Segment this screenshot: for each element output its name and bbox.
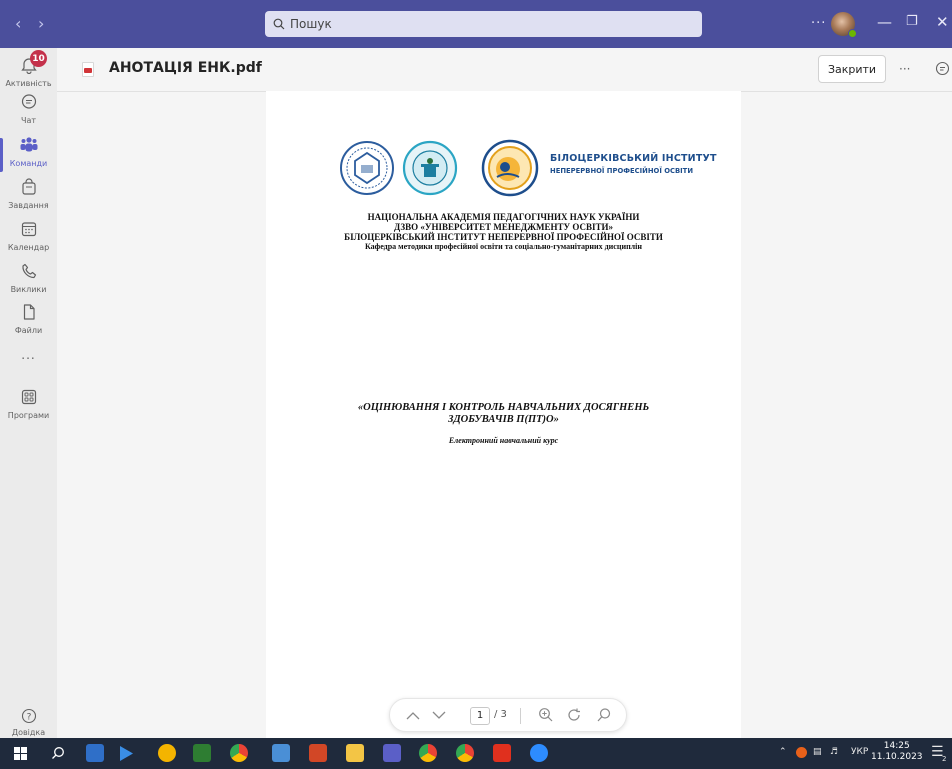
back-icon[interactable]: ‹ (15, 14, 21, 33)
app-icon[interactable] (193, 744, 211, 762)
chevron-up-icon[interactable] (406, 711, 420, 720)
file-header: АНОТАЦІЯ ЕНК.pdf Закрити ··· (57, 48, 952, 92)
activity-badge: 10 (30, 50, 47, 67)
rail-item-label: Завдання (8, 201, 49, 210)
phone-icon (21, 263, 36, 279)
save-app-icon[interactable] (86, 744, 104, 762)
rail-item-label: Програми (7, 411, 50, 420)
rail-item-teams[interactable]: Команди (0, 136, 57, 168)
file-icon (23, 304, 35, 320)
apps-icon (21, 389, 36, 405)
rail-item-files[interactable]: Файли (0, 303, 57, 335)
search-icon[interactable] (596, 707, 612, 723)
more-options-icon[interactable]: ··· (899, 62, 910, 76)
logo-subtitle: НЕПЕРЕРВНОЇ ПРОФЕСІЙНОЇ ОСВІТИ (550, 167, 694, 175)
chat-icon (21, 94, 36, 109)
close-window-icon[interactable]: ✕ (936, 13, 949, 31)
chevron-up-icon[interactable]: ⌃ (779, 747, 787, 757)
network-icon[interactable]: ▤ (813, 747, 822, 757)
app-icon[interactable] (309, 744, 327, 762)
department-line: Кафедра методики професійної освіти та с… (364, 242, 642, 251)
rail-item-apps[interactable]: Програми (0, 388, 57, 420)
help-button[interactable]: ? Довідка (0, 708, 57, 737)
rail-item-label: Команди (9, 159, 48, 168)
chrome-icon[interactable] (419, 744, 437, 762)
maximize-icon[interactable]: ❐ (906, 14, 918, 29)
assignments-icon (21, 178, 36, 195)
help-label: Довідка (11, 728, 46, 737)
tray-app-icon[interactable] (796, 747, 807, 758)
notification-count: 2 (942, 755, 947, 763)
search-icon[interactable] (51, 746, 65, 760)
course-title-line: ЗДОБУВАЧІВ П(ПТ)О» (448, 414, 559, 425)
rotate-icon[interactable] (566, 707, 582, 723)
page-number-input[interactable]: 1 (470, 707, 490, 725)
time: 14:25 (883, 741, 910, 751)
date: 11.10.2023 (871, 752, 923, 762)
teams-taskbar-icon[interactable] (383, 744, 401, 762)
zoom-app-icon[interactable] (530, 744, 548, 762)
org-line: БІЛОЦЕРКІВСЬКИЙ ІНСТИТУТ НЕПЕРЕРВНОЇ ПРО… (344, 232, 663, 242)
rail-item-more[interactable]: ... (0, 348, 57, 362)
institute-emblem-icon (481, 139, 539, 197)
page-total: / 3 (494, 709, 507, 720)
chrome-icon[interactable] (456, 744, 474, 762)
rail-item-label: Календар (7, 243, 50, 252)
pager-divider (520, 708, 521, 724)
forward-icon[interactable]: › (38, 14, 44, 33)
pdf-file-icon (82, 62, 94, 77)
chrome-icon[interactable] (230, 744, 248, 762)
search-input[interactable]: Пошук (265, 11, 702, 37)
pdf-reader-icon[interactable] (493, 744, 511, 762)
rail-item-chat[interactable]: Чат (0, 93, 57, 125)
university-emblem-icon (402, 140, 458, 196)
media-player-icon[interactable] (118, 745, 134, 762)
logo-title: БІЛОЦЕРКІВСЬКИЙ ІНСТИТУТ (550, 153, 717, 164)
conversation-icon[interactable] (935, 61, 950, 76)
folder-icon[interactable] (346, 744, 364, 762)
teams-icon (20, 137, 37, 152)
rail-item-label: Виклики (10, 285, 47, 294)
course-type: Електронний навчальний курс (448, 436, 559, 445)
windows-start-icon[interactable] (14, 747, 27, 760)
file-title: АНОТАЦІЯ ЕНК.pdf (109, 60, 262, 76)
more-options-icon[interactable]: ··· (811, 16, 826, 31)
presence-available-icon (848, 29, 857, 38)
pdf-page: БІЛОЦЕРКІВСЬКИЙ ІНСТИТУТ НЕПЕРЕРВНОЇ ПРО… (266, 91, 741, 738)
rail-item-label: Файли (14, 326, 43, 335)
course-title: «ОЦІНЮВАННЯ І КОНТРОЛЬ НАВЧАЛЬНИХ ДОСЯГН… (266, 402, 741, 426)
avatar[interactable] (831, 12, 857, 38)
zoom-in-icon[interactable] (538, 707, 554, 723)
chevron-down-icon[interactable] (432, 711, 446, 720)
app-icon[interactable] (272, 744, 290, 762)
clock[interactable]: 14:25 11.10.2023 (871, 741, 923, 763)
minimize-icon[interactable]: — (877, 13, 892, 31)
help-icon: ? (21, 708, 36, 724)
app-rail: 10 Активність Чат Команди Завдання Кален… (0, 48, 57, 738)
org-line: ДЗВО «УНІВЕРСИТЕТ МЕНЕДЖМЕНТУ ОСВІТИ» (394, 222, 613, 232)
org-line: НАЦІОНАЛЬНА АКАДЕМІЯ ПЕДАГОГІЧНИХ НАУК У… (367, 212, 640, 222)
calendar-icon (21, 222, 36, 237)
svg-text:?: ? (26, 713, 31, 723)
app-icon[interactable] (158, 744, 176, 762)
rail-item-assignments[interactable]: Завдання (0, 178, 57, 210)
rail-item-label: Чат (20, 116, 37, 125)
course-title-line: «ОЦІНЮВАННЯ І КОНТРОЛЬ НАВЧАЛЬНИХ ДОСЯГН… (357, 402, 650, 413)
rail-item-activity[interactable]: 10 Активність (0, 50, 57, 88)
language-indicator[interactable]: УКР (851, 747, 868, 757)
windows-taskbar: ⌃ ▤ ♬ УКР 14:25 11.10.2023 ☰ 2 (0, 738, 952, 769)
pdf-pager: 1 / 3 (389, 698, 627, 732)
academy-emblem-icon (340, 141, 394, 195)
teams-window: ‹ › Пошук ··· — ❐ ✕ 10 Активність Чат Ко… (0, 0, 952, 769)
rail-item-calendar[interactable]: Календар (0, 220, 57, 252)
title-bar: ‹ › Пошук ··· — ❐ ✕ (0, 0, 952, 48)
volume-icon[interactable]: ♬ (830, 747, 838, 757)
rail-item-label: Активність (5, 79, 52, 88)
close-button[interactable]: Закрити (818, 55, 886, 83)
search-icon (273, 18, 285, 30)
rail-item-calls[interactable]: Виклики (0, 262, 57, 294)
organization-heading: НАЦІОНАЛЬНА АКАДЕМІЯ ПЕДАГОГІЧНИХ НАУК У… (266, 212, 741, 252)
search-placeholder: Пошук (290, 17, 332, 31)
